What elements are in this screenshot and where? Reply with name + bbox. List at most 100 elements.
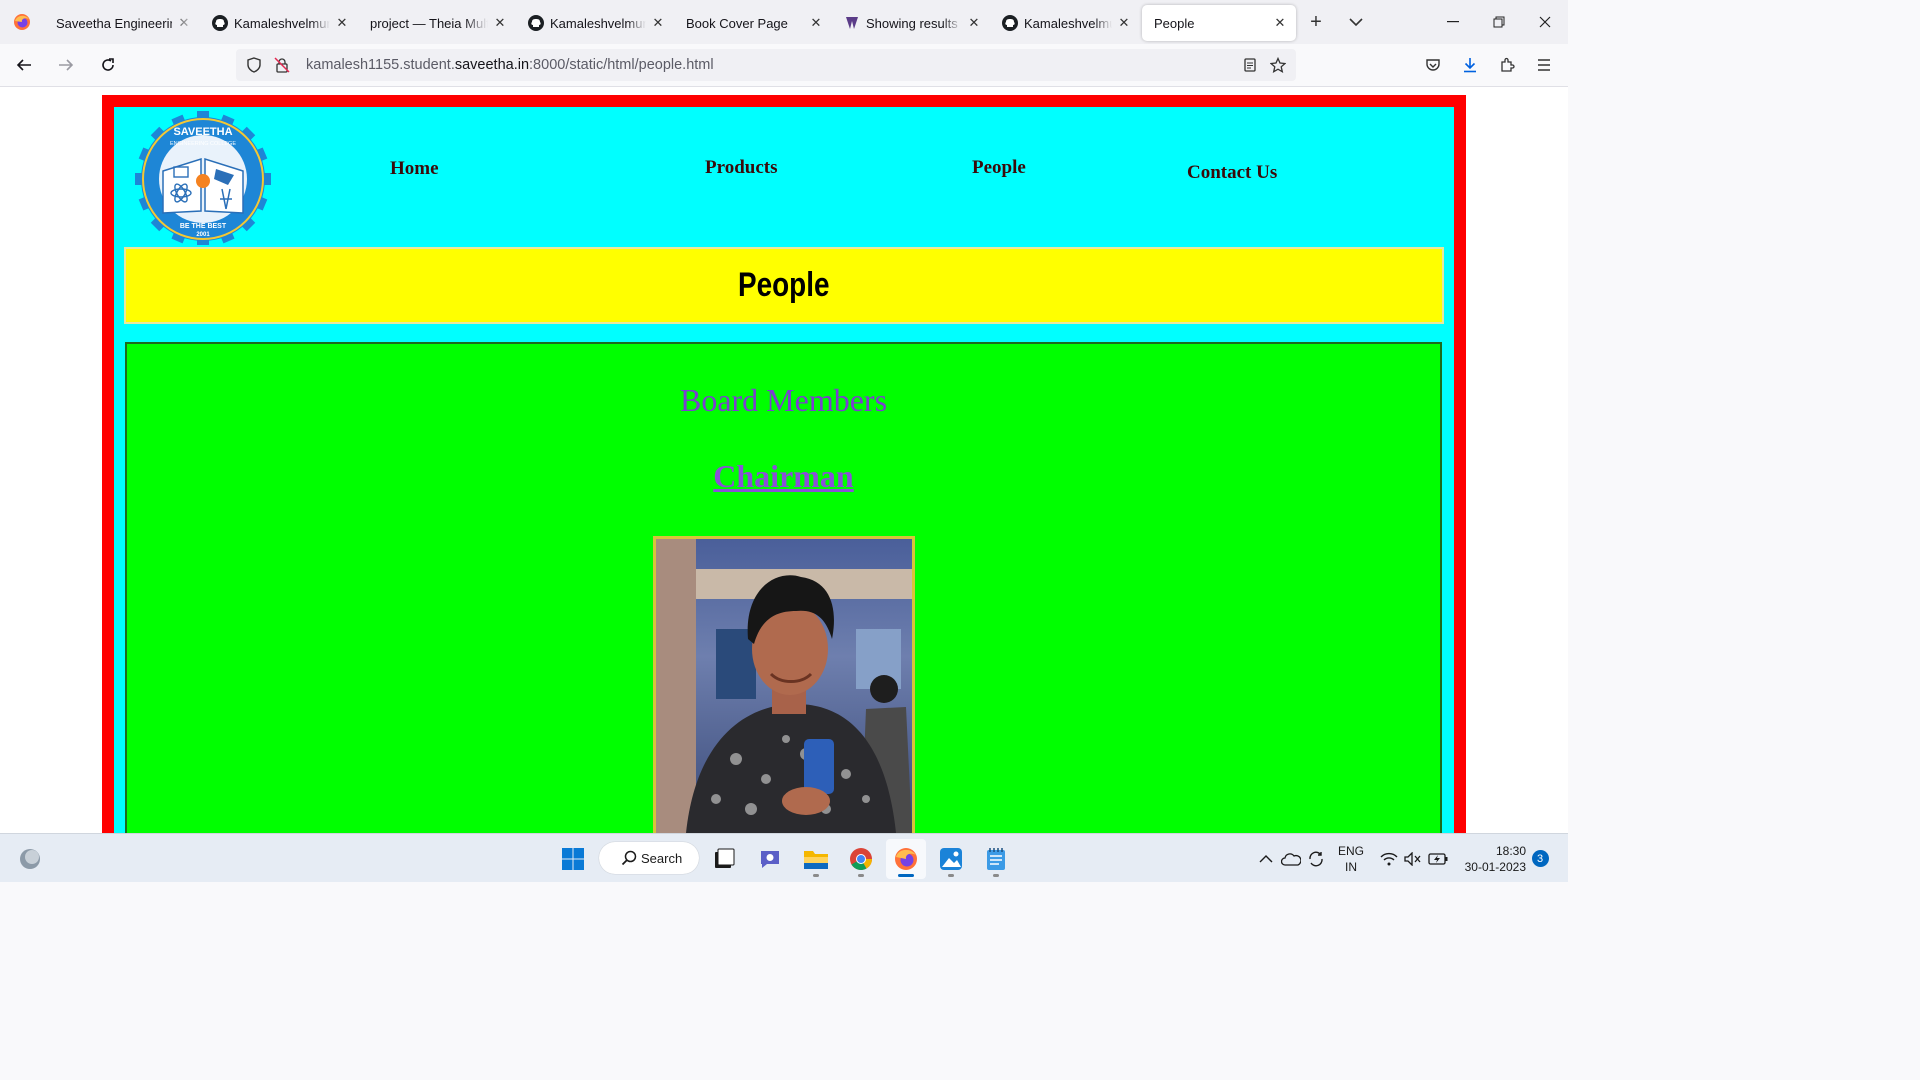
page-container: SAVEETHA ENGINEERING COLLEGE BE THE BEST… [114, 107, 1454, 833]
page-title: People [738, 266, 830, 304]
wifi-icon[interactable] [1378, 834, 1400, 883]
tab-title: Kamaleshvelmurugan [1024, 15, 1112, 31]
running-indicator [858, 874, 864, 877]
hamburger-menu-icon[interactable] [1525, 49, 1562, 81]
taskbar-search[interactable]: Search [599, 842, 699, 874]
close-icon[interactable]: ✕ [1272, 15, 1288, 31]
url-host: saveetha.in [454, 57, 530, 73]
page-banner: People [124, 247, 1444, 324]
close-window-icon[interactable] [1522, 0, 1568, 44]
url-prefix: kamalesh1155.student. [306, 57, 455, 73]
tab-strip: Saveetha Engineering C ✕ Kamaleshvelmuru… [0, 0, 1568, 44]
minimize-icon[interactable] [1430, 0, 1476, 44]
tab-search-results[interactable]: Showing results for ✕ [832, 5, 990, 41]
photos-icon[interactable] [931, 839, 971, 879]
nav-link-people[interactable]: People [972, 157, 1026, 179]
nav-link-contact-us[interactable]: Contact Us [1187, 162, 1277, 184]
nav-link-home[interactable]: Home [390, 158, 439, 180]
notepad-icon[interactable] [976, 839, 1016, 879]
restore-icon[interactable] [1476, 0, 1522, 44]
shield-icon[interactable] [240, 51, 268, 79]
close-icon[interactable]: ✕ [808, 15, 824, 31]
task-view-icon[interactable] [704, 839, 744, 879]
close-icon[interactable]: ✕ [650, 15, 666, 31]
tab-title: Kamaleshvelmurugan [234, 15, 330, 31]
close-icon[interactable]: ✕ [1116, 15, 1132, 31]
insecure-lock-icon[interactable] [268, 51, 296, 79]
close-icon[interactable]: ✕ [492, 15, 508, 31]
date: 30-01-2023 [1464, 859, 1526, 874]
close-icon[interactable]: ✕ [966, 15, 982, 31]
tab-github-3[interactable]: Kamaleshvelmurugan ✕ [990, 5, 1140, 41]
volume-muted-icon[interactable] [1402, 834, 1424, 883]
running-indicator [813, 874, 819, 877]
logo-sub-text: ENGINEERING COLLEGE [170, 141, 236, 147]
search-favicon-icon [844, 15, 860, 31]
language-code: ENG [1337, 843, 1364, 858]
firefox-icon[interactable] [886, 839, 926, 879]
search-label: Search [641, 850, 683, 866]
logo-motto: BE THE BEST [180, 223, 227, 230]
battery-charging-icon[interactable] [1426, 834, 1450, 883]
downloads-icon[interactable] [1451, 49, 1488, 81]
url-text[interactable]: kamalesh1155.student.saveetha.in:8000/st… [306, 57, 714, 73]
tab-theia[interactable]: project — Theia Multi- ✕ [358, 5, 516, 41]
notification-center[interactable]: 3 [1530, 834, 1550, 883]
toolbar-right-icons [1414, 49, 1562, 81]
address-bar[interactable]: kamalesh1155.student.saveetha.in:8000/st… [236, 49, 1296, 81]
chairman-photo [653, 536, 915, 833]
search-icon [621, 850, 637, 869]
running-indicator [948, 874, 954, 877]
forward-icon[interactable] [47, 49, 84, 81]
running-indicator [898, 874, 914, 877]
page-outer-border: SAVEETHA ENGINEERING COLLEGE BE THE BEST… [102, 95, 1466, 833]
reload-icon[interactable] [89, 49, 126, 81]
tab-title: Saveetha Engineering C [56, 15, 172, 31]
windows-taskbar: Search ENG IN 18:30 30-01-2023 3 [0, 833, 1568, 882]
nav-link-products[interactable]: Products [705, 157, 777, 179]
tab-people[interactable]: People ✕ [1142, 5, 1296, 41]
language-indicator[interactable]: ENG IN [1334, 834, 1368, 883]
teams-chat-icon[interactable] [750, 839, 790, 879]
chairman-link[interactable]: Chairman [127, 458, 1440, 495]
chrome-icon[interactable] [841, 839, 881, 879]
logo-year: 2001 [196, 232, 210, 238]
tab-title: project — Theia Multi- [370, 15, 488, 31]
time: 18:30 [1495, 843, 1526, 858]
tab-title: People [1154, 15, 1195, 31]
tab-book-cover[interactable]: Book Cover Page ✕ [674, 5, 832, 41]
reader-view-icon[interactable] [1236, 51, 1264, 79]
firefox-menu-icon[interactable] [0, 0, 44, 44]
sync-icon[interactable] [1305, 834, 1327, 883]
tab-saveetha[interactable]: Saveetha Engineering C ✕ [44, 5, 200, 41]
close-icon[interactable]: ✕ [334, 15, 350, 31]
github-icon [212, 15, 228, 31]
logo-top-text: SAVEETHA [173, 126, 232, 138]
widgets-icon[interactable] [10, 839, 50, 879]
tab-github-1[interactable]: Kamaleshvelmurugan ✕ [200, 5, 358, 41]
file-explorer-icon[interactable] [796, 839, 836, 879]
board-members-section: Board Members Chairman [125, 342, 1442, 833]
clock[interactable]: 18:30 30-01-2023 [1456, 834, 1526, 883]
section-heading: Board Members [679, 382, 888, 418]
back-icon[interactable] [5, 49, 42, 81]
list-all-tabs-icon[interactable] [1336, 0, 1376, 44]
close-icon[interactable]: ✕ [176, 15, 192, 31]
show-hidden-icons-icon[interactable] [1256, 834, 1276, 883]
tab-title: Book Cover Page [686, 15, 788, 31]
tab-github-2[interactable]: Kamaleshvelmurugan ✕ [516, 5, 674, 41]
running-indicator [993, 874, 999, 877]
github-icon [528, 15, 544, 31]
github-icon [1002, 15, 1018, 31]
saveetha-logo[interactable]: SAVEETHA ENGINEERING COLLEGE BE THE BEST… [130, 109, 276, 247]
tab-title: Kamaleshvelmurugan [550, 15, 646, 31]
pocket-icon[interactable] [1414, 49, 1451, 81]
new-tab-icon[interactable]: + [1296, 0, 1336, 44]
page-viewport[interactable]: SAVEETHA ENGINEERING COLLEGE BE THE BEST… [0, 87, 1568, 833]
navigation-toolbar: kamalesh1155.student.saveetha.in:8000/st… [0, 44, 1568, 87]
notification-count-badge: 3 [1531, 850, 1549, 867]
windows-start-icon[interactable] [553, 839, 593, 879]
bookmark-star-icon[interactable] [1264, 51, 1292, 79]
onedrive-icon[interactable] [1280, 834, 1302, 883]
extensions-icon[interactable] [1488, 49, 1525, 81]
